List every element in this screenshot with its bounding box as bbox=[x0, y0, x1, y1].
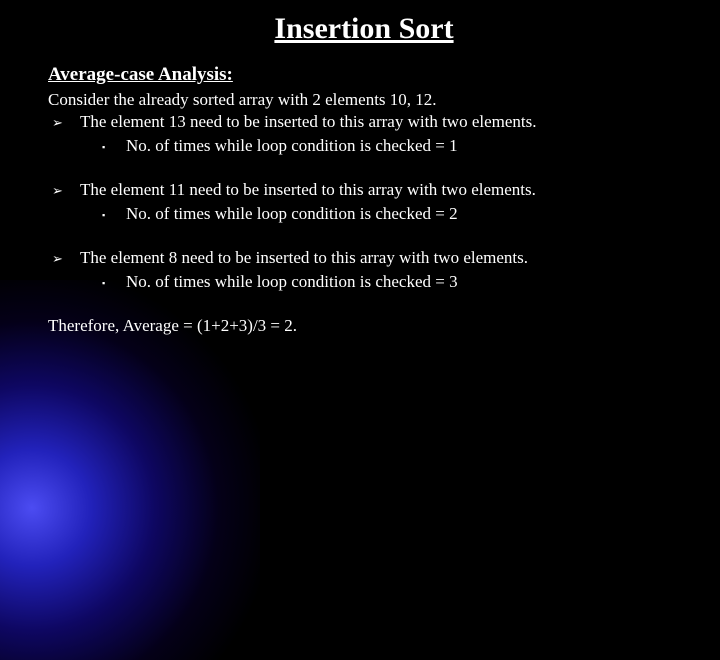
intro-text: Consider the already sorted array with 2… bbox=[48, 90, 680, 110]
list-subitem-text: No. of times while loop condition is che… bbox=[126, 204, 458, 226]
bullet-square-icon: ▪ bbox=[102, 136, 126, 158]
bullet-arrow-icon: ➢ bbox=[52, 112, 80, 134]
bullet-square-icon: ▪ bbox=[102, 272, 126, 294]
list-subitem-text: No. of times while loop condition is che… bbox=[126, 136, 458, 158]
list-subitem: ▪ No. of times while loop condition is c… bbox=[102, 272, 680, 294]
slide-title: Insertion Sort bbox=[48, 12, 680, 46]
list-subitem-text: No. of times while loop condition is che… bbox=[126, 272, 458, 294]
list-item-text: The element 8 need to be inserted to thi… bbox=[80, 248, 528, 270]
list-item-text: The element 11 need to be inserted to th… bbox=[80, 180, 536, 202]
background-glow bbox=[0, 280, 260, 660]
bullet-block: ➢ The element 13 need to be inserted to … bbox=[48, 112, 680, 158]
slide-content: Insertion Sort Average-case Analysis: Co… bbox=[0, 0, 720, 336]
list-item: ➢ The element 13 need to be inserted to … bbox=[52, 112, 680, 134]
bullet-block: ➢ The element 11 need to be inserted to … bbox=[48, 180, 680, 226]
list-subitem: ▪ No. of times while loop condition is c… bbox=[102, 204, 680, 226]
list-subitem: ▪ No. of times while loop condition is c… bbox=[102, 136, 680, 158]
list-item: ➢ The element 8 need to be inserted to t… bbox=[52, 248, 680, 270]
bullet-square-icon: ▪ bbox=[102, 204, 126, 226]
list-item-text: The element 13 need to be inserted to th… bbox=[80, 112, 537, 134]
bullet-arrow-icon: ➢ bbox=[52, 248, 80, 270]
list-item: ➢ The element 11 need to be inserted to … bbox=[52, 180, 680, 202]
section-heading: Average-case Analysis: bbox=[48, 64, 680, 86]
bullet-block: ➢ The element 8 need to be inserted to t… bbox=[48, 248, 680, 294]
conclusion-text: Therefore, Average = (1+2+3)/3 = 2. bbox=[48, 316, 680, 336]
bullet-arrow-icon: ➢ bbox=[52, 180, 80, 202]
